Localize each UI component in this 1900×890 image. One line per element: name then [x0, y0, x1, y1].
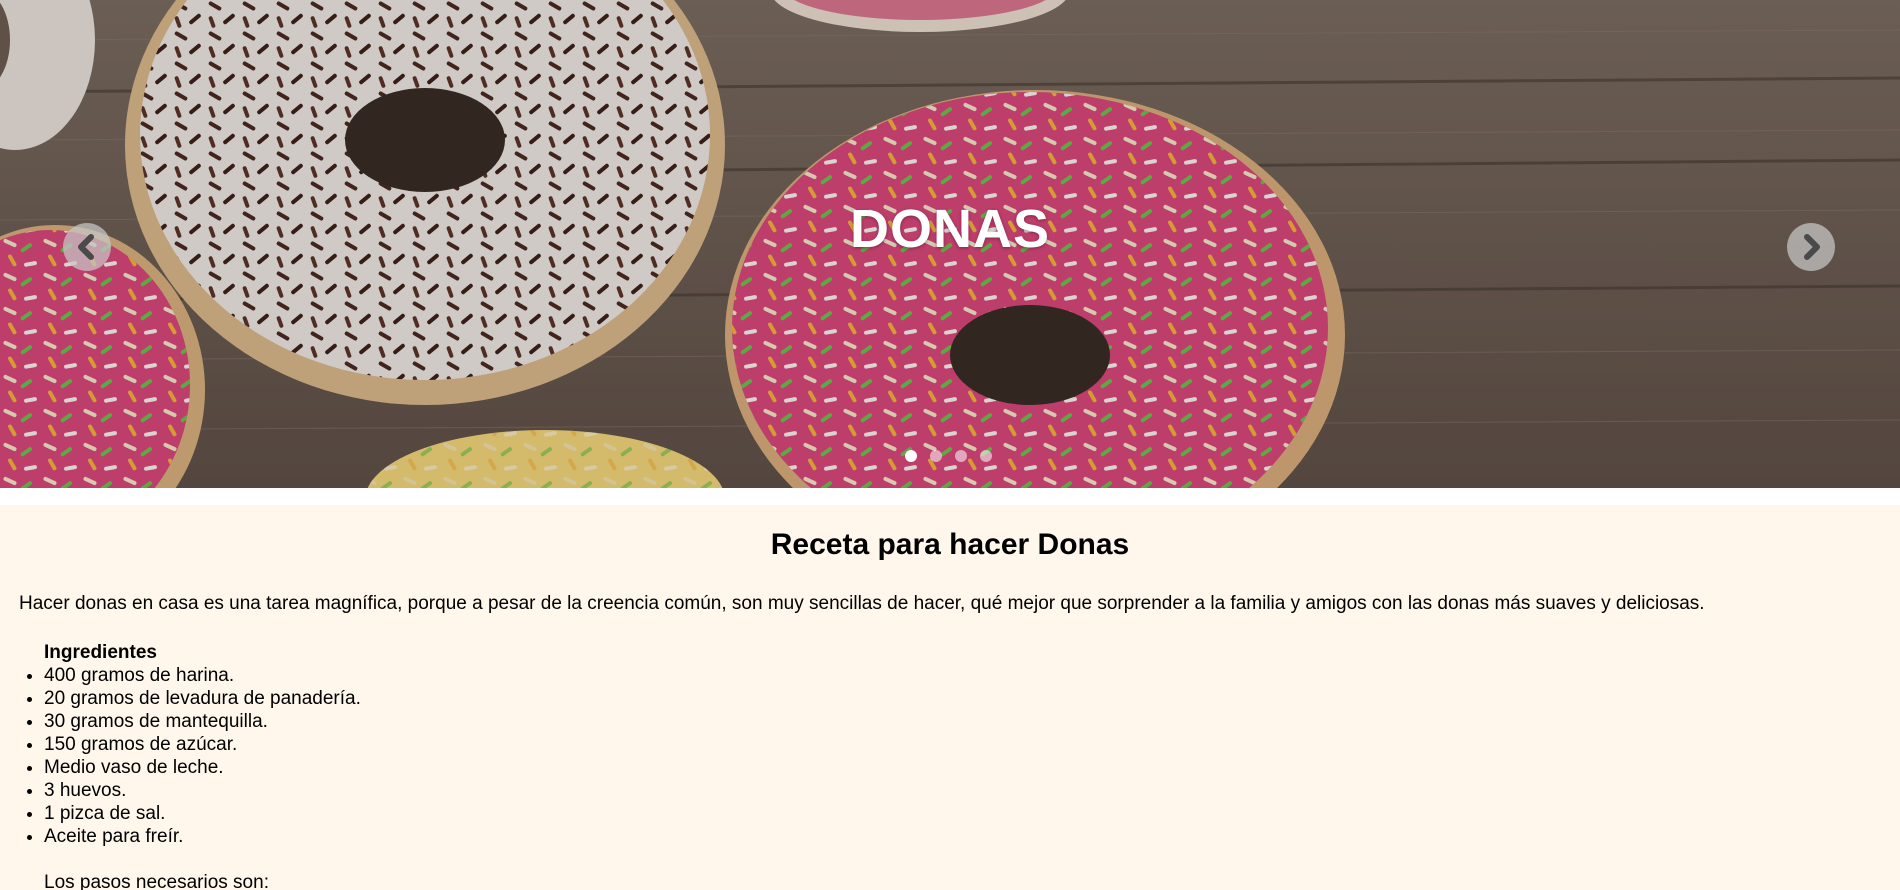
list-item: 20 gramos de levadura de panadería. — [44, 687, 1881, 710]
steps-intro: Los pasos necesarios son: — [44, 872, 269, 890]
carousel-indicator-3[interactable] — [955, 450, 967, 462]
carousel-caption: DONAS — [849, 199, 1050, 259]
chevron-right-icon — [1804, 234, 1820, 260]
carousel-prev-button[interactable] — [63, 223, 111, 271]
list-item: Aceite para freír. — [44, 825, 1881, 848]
carousel-indicator-2[interactable] — [930, 450, 942, 462]
carousel-indicator-1[interactable] — [905, 450, 917, 462]
recipe-section: Receta para hacer Donas Hacer donas en c… — [0, 505, 1900, 890]
list-item: 30 gramos de mantequilla. — [44, 710, 1881, 733]
chevron-left-icon — [78, 234, 94, 260]
carousel-next-button[interactable] — [1787, 223, 1835, 271]
section-divider — [0, 488, 1900, 505]
carousel-indicators — [905, 450, 992, 462]
list-item: 400 gramos de harina. — [44, 664, 1881, 687]
ingredients-list: 400 gramos de harina. 20 gramos de levad… — [19, 664, 1881, 848]
list-item: 3 huevos. — [44, 779, 1881, 802]
list-item: 1 pizca de sal. — [44, 802, 1881, 825]
recipe-title: Receta para hacer Donas — [770, 528, 1130, 561]
ingredients-heading: Ingredientes — [44, 642, 157, 663]
recipe-intro: Hacer donas en casa es una tarea magnífi… — [19, 593, 1705, 614]
list-item: 150 gramos de azúcar. — [44, 733, 1881, 756]
carousel-indicator-4[interactable] — [980, 450, 992, 462]
hero-carousel: DONAS — [0, 0, 1900, 488]
list-item: Medio vaso de leche. — [44, 756, 1881, 779]
